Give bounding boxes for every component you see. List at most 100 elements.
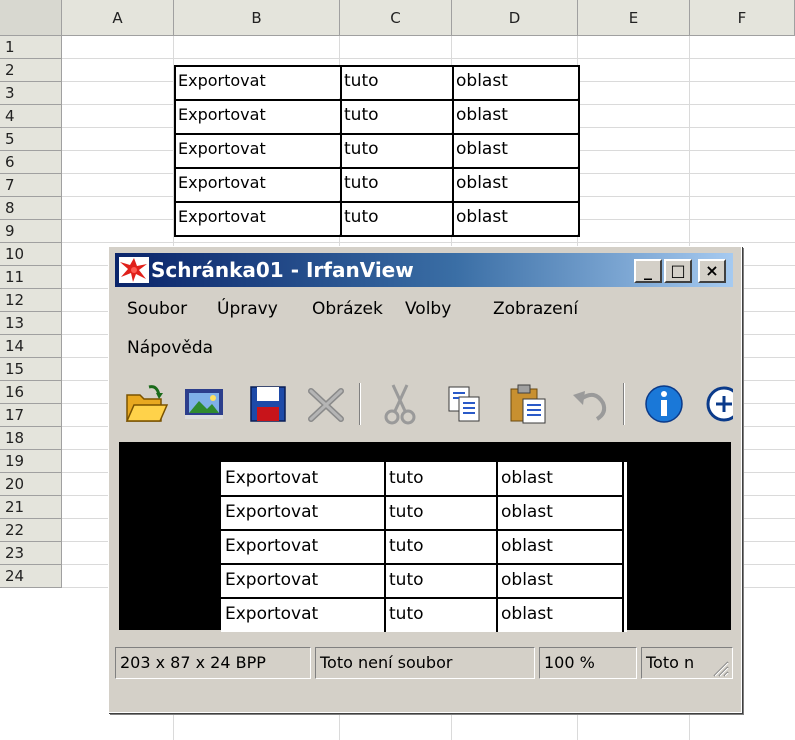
table-border <box>174 65 580 67</box>
irfanview-window: Schránka01 - IrfanView _ □ × Soubor Úpra… <box>108 246 742 713</box>
row-header-23[interactable]: 23 <box>0 542 62 565</box>
resize-grip[interactable] <box>711 659 729 677</box>
open-folder-icon[interactable] <box>123 381 169 427</box>
table-cell[interactable]: Exportovat <box>174 133 340 166</box>
copy-icon[interactable] <box>441 381 487 427</box>
row-header-16[interactable]: 16 <box>0 381 62 404</box>
image-table-line <box>221 563 623 565</box>
table-border <box>340 65 342 237</box>
row-header-1[interactable]: 1 <box>0 36 62 59</box>
image-table-line <box>496 462 498 632</box>
zoom-in-icon[interactable] <box>701 381 733 427</box>
close-button[interactable]: × <box>698 259 726 283</box>
table-cell[interactable]: oblast <box>452 167 578 200</box>
row-header-11[interactable]: 11 <box>0 266 62 289</box>
row-header-15[interactable]: 15 <box>0 358 62 381</box>
table-cell[interactable]: Exportovat <box>174 65 340 98</box>
row-header-5[interactable]: 5 <box>0 128 62 151</box>
table-border <box>174 201 580 203</box>
table-border <box>174 99 580 101</box>
image-table-cell: tuto <box>389 570 424 590</box>
table-border <box>174 167 580 169</box>
image-table-cell: tuto <box>389 468 424 488</box>
row-header-8[interactable]: 8 <box>0 197 62 220</box>
table-cell[interactable]: tuto <box>340 99 452 132</box>
image-table-cell: oblast <box>501 604 553 624</box>
thumbnails-icon[interactable] <box>181 381 227 427</box>
select-all-corner[interactable] <box>0 0 62 36</box>
toolbar-separator <box>359 383 361 425</box>
table-cell[interactable]: oblast <box>452 99 578 132</box>
cut-icon[interactable] <box>377 381 423 427</box>
image-view[interactable]: Exportovat tuto oblast Exportovat tuto oblast… <box>119 442 731 632</box>
grid-line <box>62 58 795 59</box>
row-header-4[interactable]: 4 <box>0 105 62 128</box>
image-table-line <box>221 597 623 599</box>
row-header-24[interactable]: 24 <box>0 565 62 588</box>
table-cell[interactable]: Exportovat <box>174 167 340 200</box>
row-header-10[interactable]: 10 <box>0 243 62 266</box>
table-border <box>174 235 580 237</box>
row-header-20[interactable]: 20 <box>0 473 62 496</box>
row-header-7[interactable]: 7 <box>0 174 62 197</box>
row-header-17[interactable]: 17 <box>0 404 62 427</box>
window-title: Schránka01 - IrfanView <box>151 258 414 282</box>
table-cell[interactable]: oblast <box>452 201 578 234</box>
maximize-button[interactable]: □ <box>664 259 692 283</box>
image-table-cell: Exportovat <box>225 502 319 522</box>
table-cell[interactable]: oblast <box>452 65 578 98</box>
row-header-3[interactable]: 3 <box>0 82 62 105</box>
table-cell[interactable]: tuto <box>340 201 452 234</box>
column-header-c[interactable]: C <box>340 0 452 36</box>
status-zoom: 100 % <box>539 647 637 679</box>
paste-icon[interactable] <box>505 381 551 427</box>
title-bar[interactable]: Schránka01 - IrfanView _ □ × <box>115 253 733 287</box>
menu-bar: Soubor Úpravy Obrázek Volby Zobrazení Ná… <box>115 291 733 371</box>
table-cell[interactable]: oblast <box>452 133 578 166</box>
row-header-9[interactable]: 9 <box>0 220 62 243</box>
row-header-22[interactable]: 22 <box>0 519 62 542</box>
menu-obrazek[interactable]: Obrázek <box>312 299 383 319</box>
menu-upravy[interactable]: Úpravy <box>217 299 278 319</box>
row-header-18[interactable]: 18 <box>0 427 62 450</box>
row-header-6[interactable]: 6 <box>0 151 62 174</box>
row-header-13[interactable]: 13 <box>0 312 62 335</box>
row-header-19[interactable]: 19 <box>0 450 62 473</box>
column-header-e[interactable]: E <box>578 0 690 36</box>
delete-icon[interactable] <box>303 381 349 427</box>
column-header-a[interactable]: A <box>62 0 174 36</box>
info-icon[interactable] <box>641 381 687 427</box>
row-header-12[interactable]: 12 <box>0 289 62 312</box>
image-table-cell: tuto <box>389 604 424 624</box>
table-cell[interactable]: Exportovat <box>174 99 340 132</box>
menu-volby[interactable]: Volby <box>405 299 451 319</box>
row-header-14[interactable]: 14 <box>0 335 62 358</box>
grid-line <box>62 242 795 243</box>
toolbar <box>115 375 733 435</box>
table-cell[interactable]: tuto <box>340 133 452 166</box>
image-table-line <box>221 529 623 531</box>
image-table-cell: oblast <box>501 502 553 522</box>
undo-icon[interactable] <box>567 381 613 427</box>
menu-soubor[interactable]: Soubor <box>127 299 187 319</box>
image-table-cell: tuto <box>389 536 424 556</box>
table-cell[interactable]: tuto <box>340 167 452 200</box>
column-header-d[interactable]: D <box>452 0 578 36</box>
save-icon[interactable] <box>245 381 291 427</box>
minimize-button[interactable]: _ <box>634 259 662 283</box>
image-table-cell: Exportovat <box>225 468 319 488</box>
menu-zobrazeni[interactable]: Zobrazení <box>493 299 578 319</box>
menu-napoveda[interactable]: Nápověda <box>127 338 213 358</box>
image-table-cell: oblast <box>501 468 553 488</box>
image-table-cell: Exportovat <box>225 536 319 556</box>
image-table-cell: oblast <box>501 536 553 556</box>
row-header-21[interactable]: 21 <box>0 496 62 519</box>
table-cell[interactable]: Exportovat <box>174 201 340 234</box>
status-bar: 203 x 87 x 24 BPP Toto není soubor 100 %… <box>115 647 733 681</box>
column-header-b[interactable]: B <box>174 0 340 36</box>
status-file: Toto není soubor <box>315 647 535 679</box>
table-cell[interactable]: tuto <box>340 65 452 98</box>
column-header-f[interactable]: F <box>690 0 795 36</box>
image-table-cell: Exportovat <box>225 604 319 624</box>
row-header-2[interactable]: 2 <box>0 59 62 82</box>
